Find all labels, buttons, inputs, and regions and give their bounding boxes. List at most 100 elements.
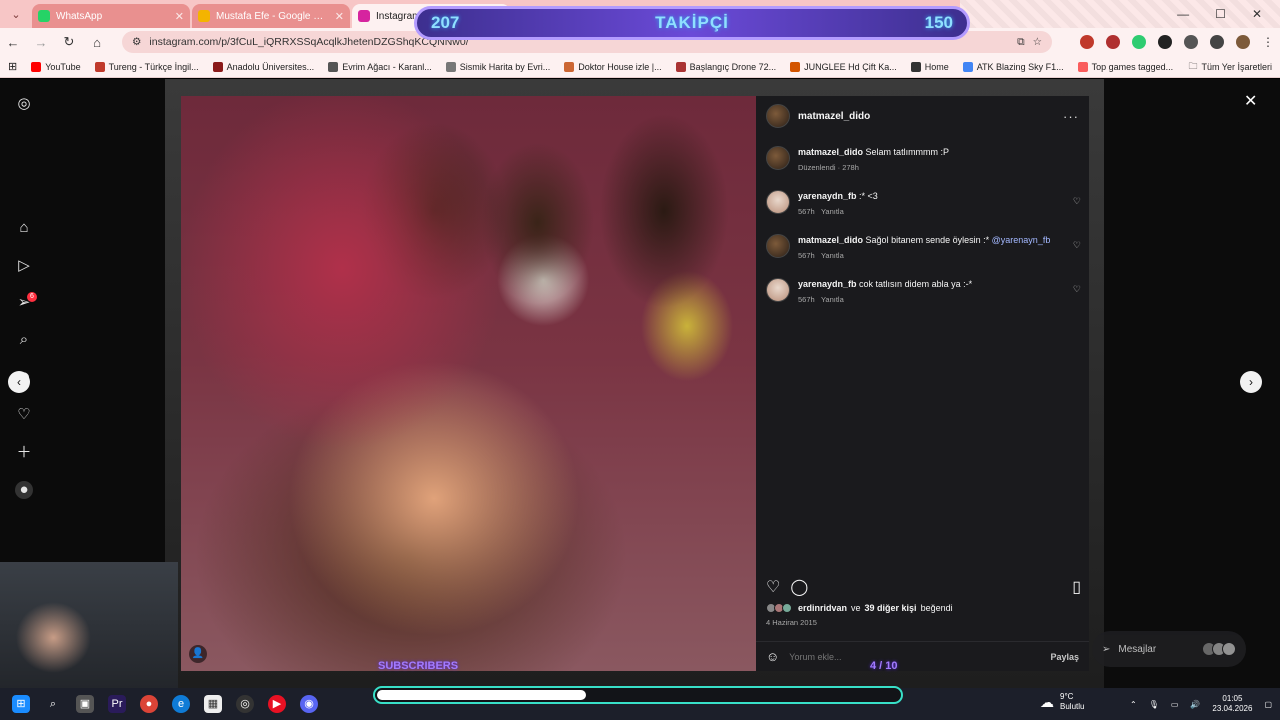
author-username[interactable]: matmazel_dido <box>798 111 870 122</box>
bookmark-doktor-house[interactable]: Doktor House izle |... <box>564 61 662 72</box>
comment-username[interactable]: yarenaydn_fb <box>798 279 857 289</box>
network-icon[interactable]: ▭ <box>1171 700 1179 709</box>
maximize-icon[interactable]: ☐ <box>1215 7 1226 21</box>
edge-icon[interactable]: e <box>172 695 190 713</box>
system-tray: ⌃ 🎙 ▭ 🔊 01:05 23.04.2026 ▢ <box>1130 688 1272 720</box>
caption-avatar[interactable] <box>766 146 790 170</box>
microphone-icon[interactable]: 🎙 <box>1149 700 1159 709</box>
search-icon[interactable]: ⌕ <box>44 695 62 713</box>
author-avatar[interactable] <box>766 104 790 128</box>
tagged-user-icon[interactable]: 👤 <box>189 645 207 663</box>
bookmark-youtube[interactable]: YouTube <box>31 61 81 72</box>
close-tab-icon[interactable]: ✕ <box>175 10 184 23</box>
bookmark-tureng[interactable]: Tureng - Türkçe İngil... <box>94 61 199 72</box>
more-options-icon[interactable]: ··· <box>1063 109 1079 124</box>
folder-icon: 🗀 <box>1188 60 1198 71</box>
store-icon[interactable]: ▦ <box>204 695 222 713</box>
all-bookmarks[interactable]: 🗀 Tüm Yer İşaretleri <box>1188 59 1272 75</box>
bookmark-label: ATK Blazing Sky F1... <box>976 61 1064 72</box>
discord-icon[interactable]: ◉ <box>300 695 318 713</box>
bookmark-home[interactable]: Home <box>910 61 949 72</box>
close-window-icon[interactable]: ✕ <box>1252 7 1262 21</box>
tray-chevron-icon[interactable]: ⌃ <box>1130 700 1137 709</box>
extension-icon[interactable] <box>1158 35 1172 49</box>
create-icon[interactable]: ＋ <box>15 444 33 462</box>
volume-icon[interactable]: 🔊 <box>1190 700 1200 709</box>
install-app-icon[interactable]: ⧉ <box>1017 36 1025 49</box>
puzzle-icon[interactable] <box>1184 35 1198 49</box>
comment-avatar[interactable] <box>766 278 790 302</box>
reload-icon[interactable]: ↻ <box>62 34 76 50</box>
window-controls: — ☐ ✕ <box>1177 0 1280 28</box>
post-photo[interactable]: 👤 <box>181 96 756 671</box>
reply-button[interactable]: Yanıtla <box>821 207 844 216</box>
home-icon[interactable]: ⌂ <box>90 35 104 50</box>
weather-widget[interactable]: ☁ 9°C Bulutlu <box>1040 692 1084 712</box>
obs-icon[interactable]: ◎ <box>236 695 254 713</box>
clock[interactable]: 01:05 23.04.2026 <box>1212 694 1252 714</box>
message-avatars <box>1202 642 1236 656</box>
reply-button[interactable]: Yanıtla <box>821 251 844 260</box>
post-comment-button[interactable]: Paylaş <box>1050 652 1079 662</box>
premiere-icon[interactable]: Pr <box>108 695 126 713</box>
save-bookmark-icon[interactable]: ▯ <box>1072 577 1081 597</box>
next-post-icon[interactable]: › <box>1240 371 1262 393</box>
comment-input[interactable] <box>789 651 1041 662</box>
bookmark-evrim[interactable]: Evrim Ağacı - Karanl... <box>328 61 432 72</box>
messages-dock[interactable]: ➢ Mesajlar <box>1092 631 1246 667</box>
profile-avatar[interactable]: ● <box>15 481 33 499</box>
media-icon[interactable] <box>1210 35 1224 49</box>
profile-avatar[interactable] <box>1236 35 1250 49</box>
comment-mention[interactable]: @yarenayn_fb <box>992 235 1051 245</box>
bookmark-anadolu[interactable]: Anadolu Üniversites... <box>212 61 314 72</box>
caption-username[interactable]: matmazel_dido <box>798 147 863 157</box>
comment-like-icon[interactable]: ♡ <box>1073 240 1081 262</box>
site-info-icon[interactable]: ⚙ <box>132 36 141 48</box>
instagram-logo-icon[interactable]: ◎ <box>15 95 33 113</box>
forward-icon[interactable]: → <box>34 35 48 50</box>
bookmark-sismik[interactable]: Sismik Harita by Evri... <box>445 61 550 72</box>
minimize-icon[interactable]: — <box>1177 7 1189 21</box>
bookmark-star-icon[interactable]: ☆ <box>1033 36 1042 48</box>
previous-post-icon[interactable]: ‹ <box>8 371 30 393</box>
media-player-icon[interactable]: ▶ <box>268 695 286 713</box>
comment-like-icon[interactable]: ♡ <box>1073 284 1081 306</box>
tab-google-drive[interactable]: Mustafa Efe - Google Drive ✕ <box>192 4 350 28</box>
shield-extension-icon[interactable] <box>1132 35 1146 49</box>
likes-user[interactable]: erdinridvan <box>798 603 847 613</box>
tab-search-icon[interactable]: ⌄ <box>4 4 28 24</box>
comment-avatar[interactable] <box>766 190 790 214</box>
bookmark-atk[interactable]: ATK Blazing Sky F1... <box>962 61 1064 72</box>
comment-bubble-icon[interactable]: ◯ <box>790 577 808 597</box>
likes-others[interactable]: 39 diğer kişi <box>865 603 917 613</box>
windows-start-icon[interactable]: ⊞ <box>12 695 30 713</box>
apps-grid-icon[interactable]: ⊞ <box>8 60 17 73</box>
menu-icon[interactable]: ⋮ <box>1262 35 1274 49</box>
bookmark-junglee[interactable]: JUNGLEE Hd Çift Ka... <box>790 61 897 72</box>
bookmark-drone[interactable]: Başlangıç Drone 72... <box>675 61 776 72</box>
emoji-icon[interactable]: ☺ <box>766 649 779 664</box>
tab-whatsapp[interactable]: WhatsApp ✕ <box>32 4 190 28</box>
reels-icon[interactable]: ▷ <box>15 257 33 275</box>
comment-avatar[interactable] <box>766 234 790 258</box>
close-tab-icon[interactable]: ✕ <box>335 10 344 23</box>
task-view-icon[interactable]: ▣ <box>76 695 94 713</box>
notifications-icon[interactable]: ▢ <box>1264 700 1272 709</box>
back-icon[interactable]: ← <box>6 35 20 50</box>
extension-icon[interactable] <box>1080 35 1094 49</box>
like-heart-icon[interactable]: ♡ <box>766 577 780 597</box>
add-comment-bar: ☺ Paylaş <box>756 641 1089 671</box>
comment-username[interactable]: yarenaydn_fb <box>798 191 857 201</box>
comment-time: 567h <box>798 251 815 260</box>
subscribers-label: SUBSCRIBERS <box>378 660 459 672</box>
search-icon[interactable]: ⌕ <box>15 331 33 349</box>
reply-button[interactable]: Yanıtla <box>821 295 844 304</box>
comment-username[interactable]: matmazel_dido <box>798 235 863 245</box>
home-icon[interactable]: ⌂ <box>15 219 33 237</box>
close-modal-icon[interactable]: ✕ <box>1244 91 1257 111</box>
bookmark-top-games[interactable]: Top games tagged... <box>1077 61 1173 72</box>
comment-like-icon[interactable]: ♡ <box>1073 196 1081 218</box>
notifications-heart-icon[interactable]: ♡ <box>15 406 33 424</box>
chrome-icon[interactable]: ● <box>140 695 158 713</box>
extension-icon[interactable] <box>1106 35 1120 49</box>
